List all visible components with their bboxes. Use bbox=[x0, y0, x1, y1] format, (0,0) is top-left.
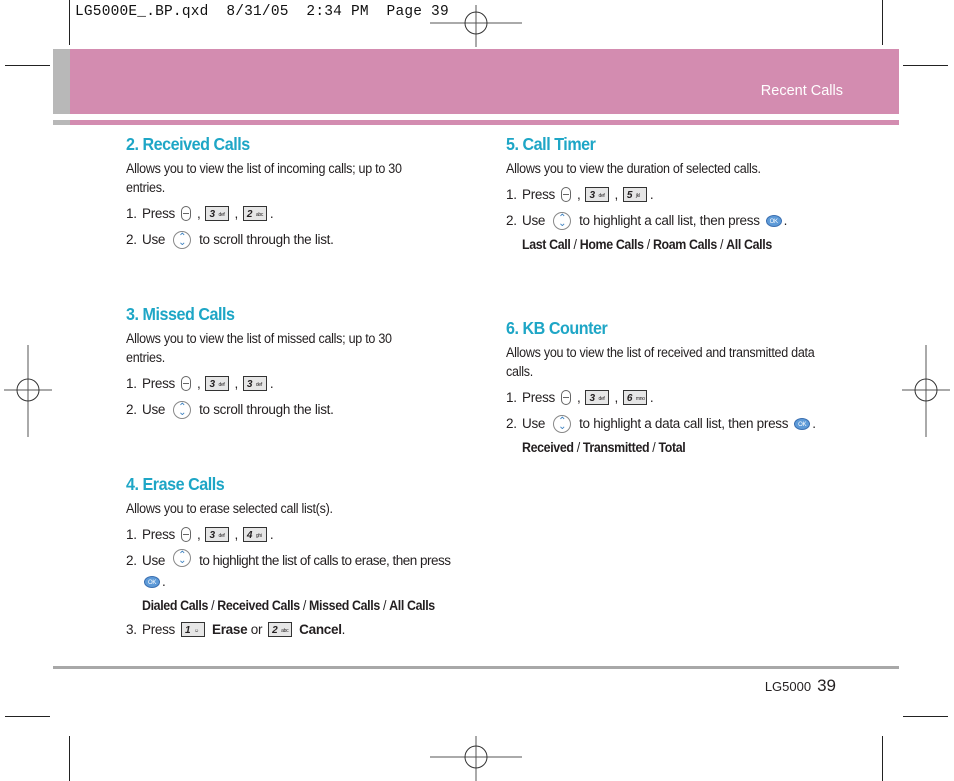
header-rule bbox=[53, 120, 899, 125]
step-3: 3. Press 1 ☺ Erase or 2 abc Cancel. bbox=[126, 622, 346, 637]
crop-mark bbox=[882, 736, 883, 781]
step-1: 1. Press , 3 def, 2 abc. bbox=[126, 206, 274, 221]
step-1: 1. Press , 3 def, 3 def. bbox=[126, 376, 274, 391]
section-missed-calls: 3. Missed Calls Allows you to view the l… bbox=[126, 304, 456, 419]
ok-key-icon: OK bbox=[144, 575, 160, 588]
nav-key-icon bbox=[173, 398, 192, 419]
section-title: 3. Missed Calls bbox=[126, 304, 235, 324]
step-2: 2. Use to highlight the list of calls to… bbox=[126, 546, 496, 570]
section-title: 4. Erase Calls bbox=[126, 474, 225, 494]
crop-mark bbox=[5, 65, 50, 66]
key-1-icon: 1 ☺ bbox=[181, 622, 206, 637]
options-list: Received / Transmitted / Total bbox=[522, 440, 686, 455]
step-2-continued: OK. bbox=[126, 572, 496, 591]
step-1: 1. Press , 3 def, 4 ghi. bbox=[126, 527, 274, 542]
header-band bbox=[53, 49, 899, 114]
footer-rule bbox=[53, 666, 899, 669]
section-description: Allows you to view the list of incoming … bbox=[126, 161, 402, 195]
menu-key-icon bbox=[181, 527, 192, 542]
menu-key-icon bbox=[181, 376, 192, 391]
key-3-icon: 3 def bbox=[205, 376, 230, 391]
step-2: 2. Use to highlight a call list, then pr… bbox=[506, 209, 876, 230]
key-4-icon: 4 ghi bbox=[242, 527, 267, 542]
section-received-calls: 2. Received Calls Allows you to view the… bbox=[126, 134, 456, 249]
header-rule-tab bbox=[53, 120, 70, 125]
section-label: Recent Calls bbox=[760, 83, 843, 99]
step-1: 1. Press , 3 def, 6 mno. bbox=[506, 390, 654, 405]
section-title: 5. Call Timer bbox=[506, 134, 596, 154]
section-description: Allows you to view the list of received … bbox=[506, 345, 815, 379]
registration-mark-right bbox=[902, 345, 950, 437]
crop-mark bbox=[903, 716, 948, 717]
crop-mark bbox=[69, 736, 70, 781]
step-2: 2. Use to scroll through the list. bbox=[126, 228, 456, 249]
registration-mark-bottom bbox=[430, 736, 522, 781]
nav-key-icon bbox=[173, 546, 192, 567]
key-3-icon: 3 def bbox=[585, 390, 610, 405]
print-slug: LG5000E_.BP.qxd 8/31/05 2:34 PM Page 39 bbox=[75, 4, 449, 20]
key-3-icon: 3 def bbox=[242, 376, 267, 391]
key-3-icon: 3 def bbox=[205, 527, 230, 542]
ok-key-icon: OK bbox=[765, 214, 782, 227]
step-2: 2. Use to scroll through the list. bbox=[126, 398, 456, 419]
crop-mark bbox=[5, 716, 50, 717]
menu-key-icon bbox=[561, 390, 572, 405]
nav-key-icon bbox=[553, 412, 572, 433]
section-erase-calls: 4. Erase Calls Allows you to erase selec… bbox=[126, 474, 496, 639]
ok-key-icon: OK bbox=[794, 417, 811, 430]
registration-mark-left bbox=[4, 345, 52, 437]
crop-mark bbox=[903, 65, 948, 66]
step-1: 1. Press , 3 def, 5 jkl. bbox=[506, 187, 654, 202]
nav-key-icon bbox=[173, 228, 192, 249]
key-5-icon: 5 jkl bbox=[622, 187, 647, 202]
key-6-icon: 6 mno bbox=[622, 390, 647, 405]
key-3-icon: 3 def bbox=[205, 206, 230, 221]
section-title: 2. Received Calls bbox=[126, 134, 250, 154]
section-description: Allows you to view the duration of selec… bbox=[506, 161, 761, 176]
nav-key-icon bbox=[553, 209, 572, 230]
crop-mark bbox=[882, 0, 883, 45]
page-number: 39 bbox=[817, 676, 836, 695]
key-3-icon: 3 def bbox=[585, 187, 610, 202]
section-description: Allows you to erase selected call list(s… bbox=[126, 501, 333, 516]
section-description: Allows you to view the list of missed ca… bbox=[126, 331, 392, 365]
crop-mark bbox=[69, 0, 70, 45]
menu-key-icon bbox=[181, 206, 192, 221]
section-title: 6. KB Counter bbox=[506, 318, 608, 338]
header-band-tab bbox=[53, 49, 70, 114]
key-2-icon: 2 abc bbox=[242, 206, 267, 221]
menu-key-icon bbox=[561, 187, 572, 202]
section-call-timer: 5. Call Timer Allows you to view the dur… bbox=[506, 134, 876, 252]
registration-mark-top bbox=[430, 5, 522, 47]
model-label: LG5000 bbox=[764, 679, 812, 694]
step-2: 2. Use to highlight a data call list, th… bbox=[506, 412, 846, 433]
page-footer: LG5000 39 bbox=[765, 676, 836, 696]
section-kb-counter: 6. KB Counter Allows you to view the lis… bbox=[506, 318, 846, 455]
key-2-icon: 2 abc bbox=[268, 622, 293, 637]
options-list: Last Call / Home Calls / Roam Calls / Al… bbox=[522, 237, 772, 252]
options-list: Dialed Calls / Received Calls / Missed C… bbox=[142, 598, 435, 613]
